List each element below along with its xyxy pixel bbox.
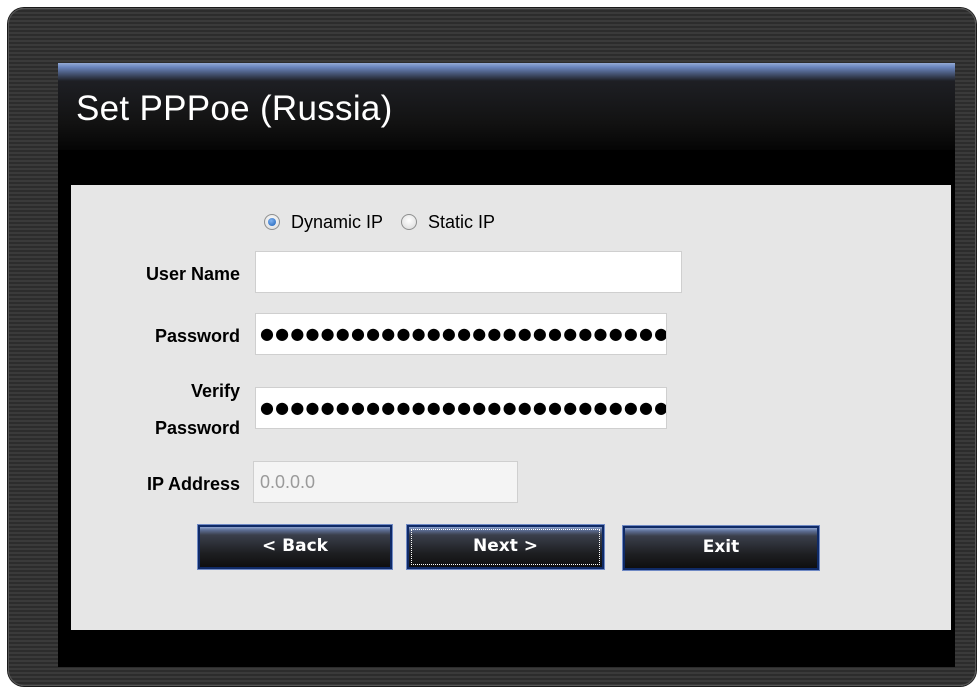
- password-input[interactable]: ●●●●●●●●●●●●●●●●●●●●●●●●●●●●: [255, 313, 667, 355]
- verify-password-label-line2: Password: [154, 418, 240, 438]
- next-button[interactable]: Next >: [407, 525, 604, 569]
- ip-address-label: IP Address: [146, 474, 240, 494]
- back-button[interactable]: < Back: [197, 524, 393, 570]
- static-ip-radio[interactable]: [401, 214, 418, 230]
- window-frame: Set PPPoe (Russia) Dynamic IP Static IP …: [8, 8, 976, 686]
- exit-button[interactable]: Exit: [622, 525, 820, 571]
- dynamic-ip-label[interactable]: Dynamic IP: [291, 212, 383, 233]
- page-title: Set PPPoe (Russia): [76, 89, 393, 128]
- user-name-label: User Name: [145, 264, 240, 284]
- verify-password-input[interactable]: ●●●●●●●●●●●●●●●●●●●●●●●●●●●●: [255, 387, 667, 429]
- verify-password-label-line1: Verify: [190, 381, 240, 401]
- ip-address-input[interactable]: 0.0.0.0: [253, 461, 518, 503]
- wizard-panel: Set PPPoe (Russia) Dynamic IP Static IP …: [58, 63, 955, 667]
- user-name-input[interactable]: [255, 251, 682, 293]
- password-label: Password: [154, 326, 240, 346]
- ip-mode-radio-group: Dynamic IP Static IP: [264, 209, 513, 235]
- static-ip-label[interactable]: Static IP: [428, 212, 495, 233]
- dynamic-ip-radio[interactable]: [264, 214, 280, 230]
- title-bar: Set PPPoe (Russia): [58, 63, 955, 150]
- form-area: Dynamic IP Static IP User Name Password …: [71, 185, 951, 630]
